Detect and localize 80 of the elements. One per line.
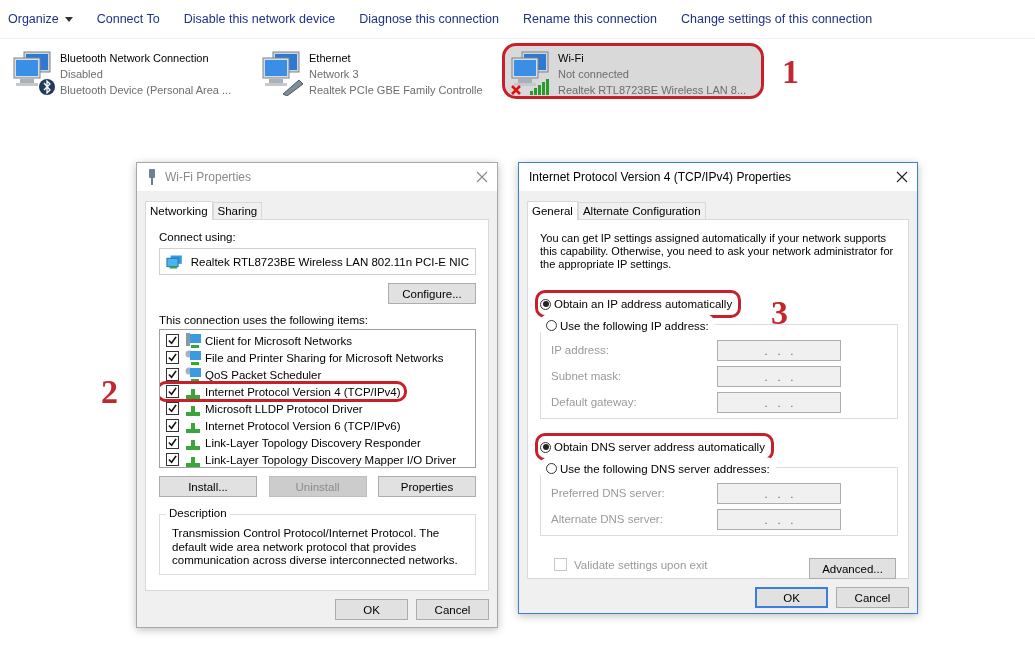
connection-status: Network 3	[309, 67, 360, 82]
tab[interactable]: Alternate Configuration	[577, 202, 706, 219]
tab[interactable]: Sharing	[212, 202, 263, 219]
adapter-name: Realtek RTL8723BE Wireless LAN 802.11n PCI-E NIC	[190, 255, 469, 268]
field-label: Default gateway:	[551, 396, 637, 408]
field-label: Connect using:	[159, 230, 237, 244]
group-title: Description	[166, 507, 230, 519]
connection-item[interactable]: Bluetooth Network Connection Disabled Bluetooth Device (Personal Area ...	[4, 43, 253, 99]
toolbar-button[interactable]: Change settings of this connection	[673, 8, 881, 30]
connection-status: Disabled	[60, 67, 104, 82]
list-item[interactable]: Link-Layer Topology Discovery Responder	[160, 434, 475, 451]
checkbox[interactable]	[166, 334, 179, 347]
connection-status: Not connected	[558, 67, 630, 82]
toolbar-button[interactable]: Connect To	[88, 8, 168, 30]
dialog-button[interactable]: OK	[335, 599, 408, 620]
list-item[interactable]: Internet Protocol Version 4 (TCP/IPv4)	[160, 381, 407, 402]
network-adapter-icon	[166, 253, 183, 270]
advanced-button[interactable]: Advanced...	[809, 558, 896, 579]
service-icon	[185, 366, 201, 383]
annotation-number: 1	[782, 55, 799, 89]
service-icon	[185, 349, 201, 366]
field-label: Subnet mask:	[551, 370, 622, 382]
tab[interactable]: Networking	[145, 201, 213, 220]
window-title: Wi-Fi Properties	[165, 170, 252, 184]
checkbox[interactable]	[166, 402, 179, 415]
tab[interactable]: General	[527, 201, 578, 220]
window-title: Internet Protocol Version 4 (TCP/IPv4) Properties	[529, 170, 793, 184]
item-label: File and Printer Sharing for Microsoft Networks	[205, 351, 444, 364]
checkbox[interactable]	[166, 453, 179, 466]
field-label: This connection uses the following items:	[159, 313, 370, 327]
close-icon	[896, 171, 908, 183]
item-label: Link-Layer Topology Discovery Mapper I/O Driver	[205, 453, 456, 466]
connection-name: Bluetooth Network Connection	[60, 51, 210, 66]
checkbox[interactable]	[166, 351, 179, 364]
item-label: QoS Packet Scheduler	[205, 368, 322, 381]
checkbox[interactable]	[166, 436, 179, 449]
item-label: Internet Protocol Version 4 (TCP/IPv4)	[205, 385, 401, 398]
list-item[interactable]: Client for Microsoft Networks	[160, 332, 475, 349]
checkbox[interactable]	[166, 385, 179, 398]
field-label: IP address:	[551, 344, 609, 356]
toolbar-button[interactable]: Diagnose this connection	[351, 8, 507, 30]
list-item[interactable]: File and Printer Sharing for Microsoft Networks	[160, 349, 475, 366]
annotation-number: 2	[101, 375, 118, 409]
computer-icon	[185, 332, 201, 349]
connection-item[interactable]: Ethernet Network 3 Realtek PCIe GBE Family Controlle	[253, 43, 502, 99]
checkbox[interactable]	[166, 368, 179, 381]
close-icon	[476, 171, 488, 183]
toolbar-button[interactable]: Rename this connection	[514, 8, 665, 30]
configure-button[interactable]: Configure...	[388, 283, 476, 304]
dialog-button[interactable]: Cancel	[416, 599, 489, 620]
connection-device: Realtek RTL8723BE Wireless LAN 8...	[558, 83, 747, 98]
list-item[interactable]: Microsoft LLDP Protocol Driver	[160, 400, 475, 417]
connection-device: Bluetooth Device (Personal Area ...	[60, 83, 232, 98]
field-label: Alternate DNS server:	[551, 513, 663, 525]
toolbar-button[interactable]: Organize	[0, 8, 81, 30]
item-label: Internet Protocol Version 6 (TCP/IPv6)	[205, 419, 401, 432]
checkbox[interactable]	[166, 419, 179, 432]
caret-icon	[64, 16, 73, 22]
action-button[interactable]: Install...	[159, 476, 257, 497]
list-item[interactable]: QoS Packet Scheduler	[160, 366, 475, 383]
item-label: Microsoft LLDP Protocol Driver	[205, 402, 363, 415]
list-item[interactable]: Link-Layer Topology Discovery Mapper I/O Driver	[160, 451, 475, 467]
field-label: Preferred DNS server:	[551, 487, 665, 499]
toolbar-button[interactable]: Disable this network device	[175, 8, 344, 30]
list-item[interactable]: Internet Protocol Version 6 (TCP/IPv6)	[160, 417, 475, 434]
item-label: Client for Microsoft Networks	[205, 334, 352, 347]
description-text: Transmission Control Protocol/Internet Protocol. The default wide area network protocol that provides communication across diverse interconnected networks.	[172, 527, 459, 568]
action-button[interactable]: Properties	[378, 476, 476, 497]
dialog-button[interactable]: OK	[755, 587, 828, 608]
connection-name: Ethernet	[309, 51, 352, 66]
network-computer-icon	[259, 50, 305, 96]
adapter-icon	[147, 169, 157, 185]
intro-text: You can get IP settings assigned automatically if your network supports this capability. Otherwise, you need to ask your network administrator for the appropriate IP settings.	[540, 232, 895, 271]
connection-device: Realtek PCIe GBE Family Controlle	[309, 83, 483, 98]
annotation-number: 3	[771, 296, 788, 330]
connection-name: Wi-Fi	[558, 51, 585, 66]
connection-item[interactable]: Wi-Fi Not connected Realtek RTL8723BE Wireless LAN 8...	[502, 43, 764, 99]
item-label: Link-Layer Topology Discovery Responder	[205, 436, 421, 449]
network-computer-icon	[10, 50, 56, 96]
dialog-button[interactable]: Cancel	[836, 587, 909, 608]
